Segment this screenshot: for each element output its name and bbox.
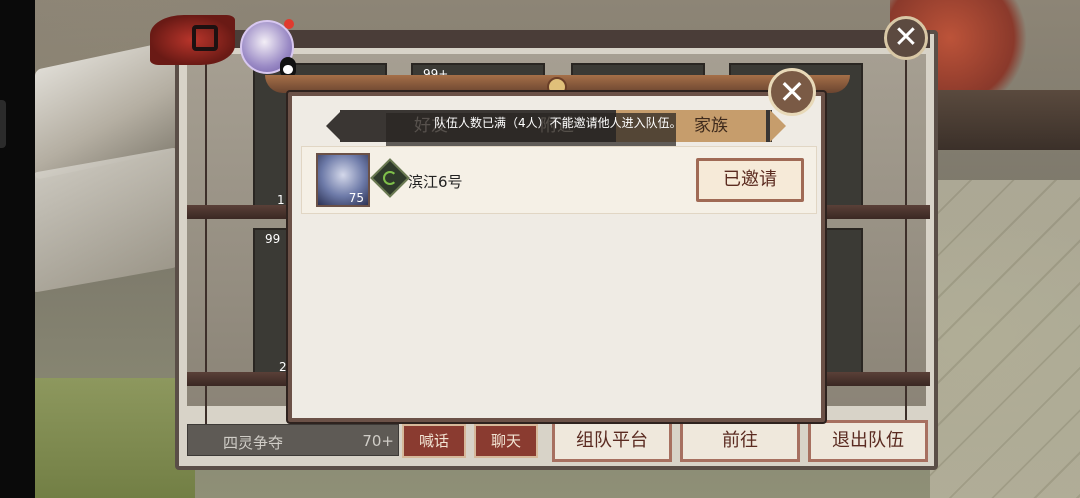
leave-team-button[interactable]: 退出队伍 [808,420,928,462]
chat-button[interactable]: 聊天 [474,424,538,458]
qq-penguin-icon [280,57,296,77]
friend-level: 75 [348,191,364,205]
close-icon[interactable]: ✕ [768,68,816,116]
team-platform-button[interactable]: 组队平台 [552,420,672,462]
friend-avatar: 75 [316,153,370,207]
go-button[interactable]: 前往 [680,420,800,462]
toast-message: 队伍人数已满（4人）不能邀请他人进入队伍。 [434,116,682,130]
slot-level: 99 [265,232,281,246]
team-glyph-icon [192,25,218,51]
team-logo [150,15,235,65]
friend-name: 滨江6号 [408,173,463,191]
activity-level: 70+ [362,432,394,450]
sect-swirl-icon [370,158,410,198]
notification-dot [284,19,294,29]
close-icon[interactable]: ✕ [884,16,928,60]
popup-header-ornament [265,75,850,97]
roof-left-lower [30,146,180,294]
shout-button[interactable]: 喊话 [402,424,466,458]
list-item: 75 滨江6号 已邀请 [301,146,817,214]
device-edge [0,0,35,498]
activity-selector[interactable]: 四灵争夺 70+ [187,424,399,456]
grass-area [35,378,195,498]
invited-button[interactable]: 已邀请 [696,158,804,202]
team-full-toast: 队伍人数已满（4人）不能邀请他人进入队伍。 [386,113,682,147]
roof-right [930,90,1080,150]
stone-path [930,180,1080,498]
activity-name: 四灵争夺 [223,434,284,452]
